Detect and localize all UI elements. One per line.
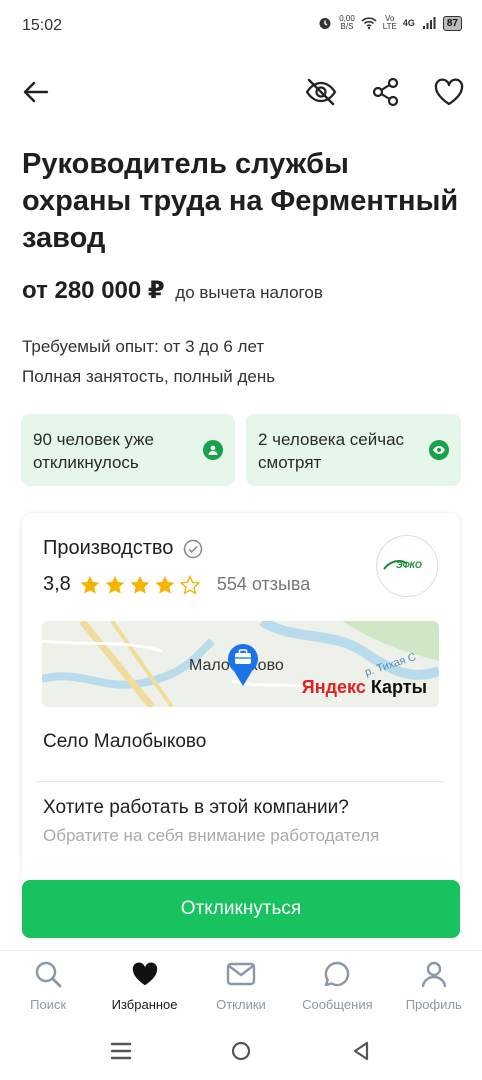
star-filled-icon bbox=[155, 575, 175, 594]
net-speed-unit: B/S bbox=[340, 22, 354, 31]
chat-icon bbox=[322, 959, 352, 989]
top-app-bar bbox=[0, 66, 482, 116]
experience: Требуемый опыт: от 3 до 6 лет bbox=[22, 337, 265, 356]
recent-apps-button[interactable] bbox=[106, 1036, 136, 1066]
star-filled-icon bbox=[130, 575, 150, 594]
responded-text: 90 человек уже откликнулось bbox=[33, 430, 154, 472]
nav-item-profile[interactable]: Профиль bbox=[386, 951, 482, 1022]
share-button[interactable] bbox=[367, 74, 405, 110]
responded-card: 90 человек уже откликнулось bbox=[21, 414, 235, 486]
salary: от 280 000 ₽ до вычета налогов bbox=[22, 276, 323, 305]
back-button[interactable] bbox=[18, 74, 54, 110]
logo-text: ЭФКО bbox=[396, 560, 422, 570]
volte-indicator: Vo LTE bbox=[383, 15, 397, 31]
share-icon bbox=[372, 77, 399, 107]
star-filled-icon bbox=[80, 575, 100, 594]
nav-label-profile: Профиль bbox=[405, 997, 462, 1012]
person-icon bbox=[203, 440, 223, 460]
home-button[interactable] bbox=[226, 1036, 256, 1066]
nav-item-favorites[interactable]: Избранное bbox=[97, 951, 193, 1022]
salary-note: до вычета налогов bbox=[175, 283, 323, 302]
eye-off-icon bbox=[305, 78, 337, 106]
triangle-back-icon bbox=[353, 1041, 369, 1061]
system-navigation bbox=[0, 1024, 482, 1080]
arrow-left-icon bbox=[23, 81, 49, 103]
heart-outline-icon bbox=[434, 78, 464, 106]
yandex-maps-brand: Яндекс Карты bbox=[302, 677, 427, 698]
mail-icon bbox=[226, 959, 256, 989]
status-time: 15:02 bbox=[22, 17, 63, 34]
company-logo: ЭФКО bbox=[376, 535, 438, 597]
battery-indicator: 87 bbox=[442, 15, 462, 31]
watching-card: 2 человека сейчас смотрят bbox=[246, 414, 461, 486]
nav-label-favorites: Избранное bbox=[111, 997, 178, 1012]
nav-label-search: Поиск bbox=[30, 997, 67, 1012]
apply-button[interactable]: Откликнуться bbox=[22, 880, 460, 938]
heart-filled-icon bbox=[130, 959, 160, 989]
alarm-icon bbox=[317, 15, 333, 31]
favorite-button[interactable] bbox=[430, 74, 468, 110]
nav-item-messages[interactable]: Сообщения bbox=[289, 951, 385, 1022]
status-icons: 0,00 B/S Vo LTE 4G 87 bbox=[317, 15, 462, 31]
eye-icon bbox=[429, 440, 449, 460]
watching-text: 2 человека сейчас смотрят bbox=[258, 430, 405, 472]
nav-item-search[interactable]: Поиск bbox=[0, 951, 96, 1022]
status-bar: 15:02 0,00 B/S Vo LTE 4G 87 bbox=[0, 0, 482, 54]
work-here-subtitle: Обратите на себя внимание работодателя bbox=[43, 826, 380, 845]
company-address: Село Малобыково bbox=[43, 731, 207, 752]
work-here-question[interactable]: Хотите работать в этой компании? bbox=[43, 797, 349, 819]
star-filled-icon bbox=[105, 575, 125, 594]
nav-label-responses: Отклики bbox=[216, 997, 266, 1012]
vacancy-title: Руководитель службы охраны труда на Ферм… bbox=[22, 148, 459, 254]
company-name: Производство bbox=[43, 537, 174, 559]
profile-icon bbox=[419, 959, 449, 989]
map-preview[interactable]: Малобыково р. Тихая С Яндекс Карты bbox=[42, 621, 439, 707]
employment-type: Полная занятость, полный день bbox=[22, 367, 276, 386]
salary-amount: от 280 000 ₽ bbox=[22, 277, 165, 304]
nav-label-messages: Сообщения bbox=[302, 997, 373, 1012]
signal-icon bbox=[421, 15, 437, 31]
rating-value: 3,8 bbox=[43, 573, 71, 595]
system-back-button[interactable] bbox=[346, 1036, 376, 1066]
map-pin-briefcase-icon bbox=[228, 644, 258, 686]
divider bbox=[36, 781, 444, 782]
network-type: 4G bbox=[402, 18, 415, 28]
wifi-icon bbox=[361, 15, 377, 31]
menu-icon bbox=[110, 1042, 132, 1060]
map-brand-rest: Карты bbox=[365, 677, 427, 697]
company-name-row[interactable]: Производство bbox=[43, 537, 203, 560]
net-speed: 0,00 B/S bbox=[339, 15, 355, 31]
search-icon bbox=[33, 959, 63, 989]
home-circle-icon bbox=[231, 1041, 251, 1061]
company-card[interactable]: Производство 3,8 554 отзыва ЭФКО р. Тиха… bbox=[22, 513, 460, 893]
volte-bottom: LTE bbox=[382, 22, 397, 31]
nav-item-responses[interactable]: Отклики bbox=[193, 951, 289, 1022]
star-outline-icon bbox=[179, 574, 201, 595]
hide-vacancy-button[interactable] bbox=[302, 74, 340, 110]
rating-stars bbox=[79, 574, 201, 596]
verified-check-icon bbox=[183, 539, 203, 559]
bottom-navigation: Поиск Избранное Отклики Сообщения Профил… bbox=[0, 950, 482, 1022]
map-brand-ya: Яндекс bbox=[301, 677, 366, 697]
reviews-count[interactable]: 554 отзыва bbox=[217, 574, 310, 595]
rating-row[interactable]: 3,8 554 отзыва bbox=[43, 573, 310, 596]
